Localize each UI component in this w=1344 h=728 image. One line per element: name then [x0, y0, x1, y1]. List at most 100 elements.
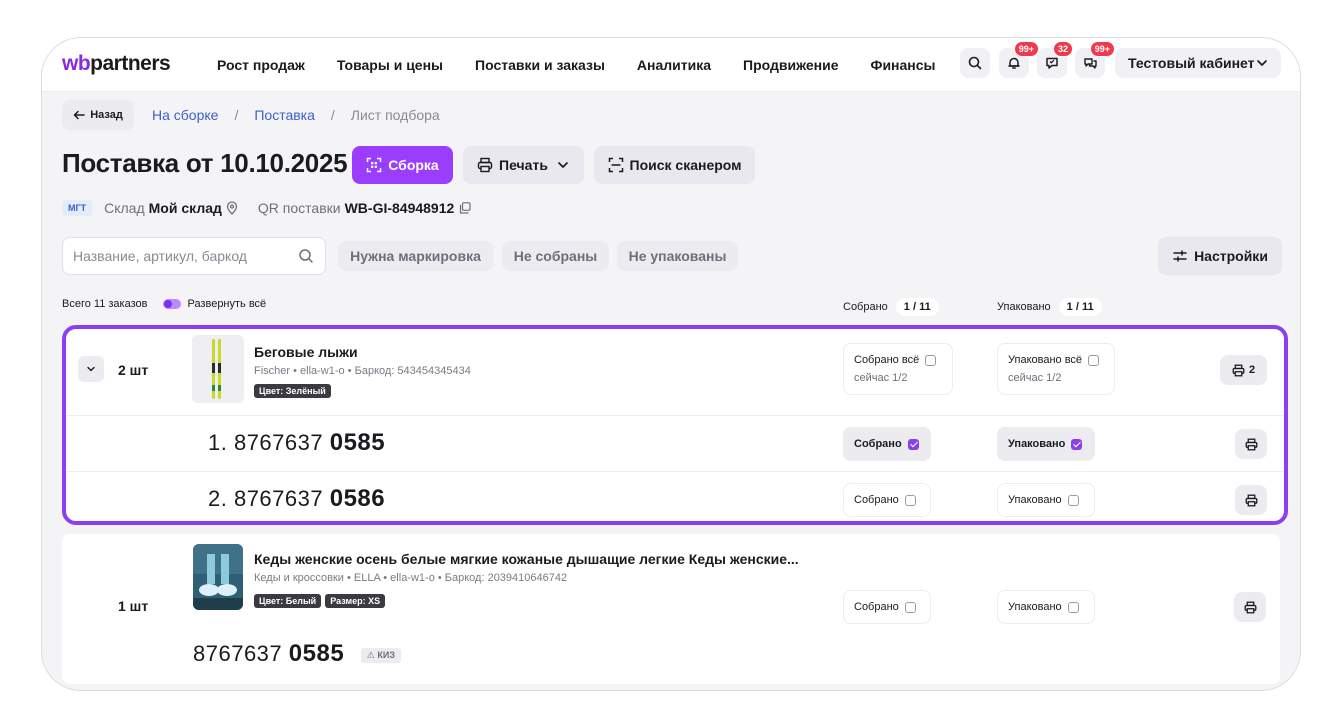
product-image-sneakers — [193, 544, 243, 610]
filter-needs-marking[interactable]: Нужна маркировка — [338, 241, 493, 271]
nav-supplies-orders[interactable]: Поставки и заказы — [475, 57, 605, 73]
collapse-button[interactable] — [78, 356, 104, 382]
print-all-button[interactable]: 2 — [1220, 355, 1267, 385]
order-code: 2. 8767637 0586 — [208, 485, 386, 512]
nav-products-prices[interactable]: Товары и цены — [337, 57, 443, 73]
nav-promotion[interactable]: Продвижение — [743, 57, 838, 73]
settings-button[interactable]: Настройки — [1158, 237, 1282, 275]
checkbox[interactable] — [1067, 494, 1079, 506]
logo[interactable]: wbpartners — [62, 52, 171, 76]
order-card-skis: 2 шт Беговые лыжи Fischer • ella-w1-o • … — [62, 325, 1288, 525]
arrow-left-icon — [73, 110, 85, 120]
notifications-button[interactable]: 99+ — [999, 41, 1039, 78]
checkbox[interactable] — [1067, 601, 1079, 613]
skis-image — [192, 335, 244, 403]
chevron-down-icon — [87, 366, 95, 372]
order-card-sneakers: 1 шт Кеды женские осень белые мягкие кож… — [62, 534, 1280, 684]
back-button[interactable]: Назад — [62, 100, 134, 130]
search-input[interactable] — [73, 248, 293, 264]
assembly-button[interactable]: Сборка — [352, 146, 453, 184]
printer-icon — [1245, 494, 1257, 506]
printer-icon — [1245, 438, 1257, 450]
product-name: Кеды женские осень белые мягкие кожаные … — [254, 551, 799, 567]
chat-button[interactable]: 99+ — [1075, 41, 1115, 78]
collected-counter: Собрано 1 / 11 — [843, 298, 939, 316]
bell-icon — [1008, 57, 1020, 69]
totals-bar: Всего 11 заказов Развернуть всё — [62, 298, 266, 310]
expand-all-label: Развернуть всё — [187, 298, 267, 310]
mgt-badge: МГТ — [62, 200, 93, 216]
main-nav: Рост продаж Товары и цены Поставки и зак… — [217, 38, 968, 92]
collected-checkbox[interactable]: Собрано — [843, 590, 931, 624]
expand-all-toggle[interactable] — [163, 299, 182, 309]
checkbox-checked[interactable] — [1071, 438, 1083, 450]
order-code: 1. 8767637 0585 — [208, 429, 386, 456]
order-qty: 2 шт — [118, 362, 149, 378]
order-code: 8767637 0585 ⚠ КИЗ — [193, 640, 401, 668]
feedback-button[interactable]: 32 — [1037, 41, 1073, 78]
app-window: wbpartners Рост продаж Товары и цены Пос… — [41, 37, 1301, 691]
breadcrumb-current: Лист подбора — [350, 107, 440, 123]
print-item-button[interactable] — [1235, 429, 1267, 459]
checkbox[interactable] — [904, 601, 916, 613]
chat-icon — [1083, 58, 1097, 69]
product-tags: Цвет: Белый Размер: XS — [254, 591, 389, 609]
collected-all-checkbox[interactable]: Собрано всё сейчас 1/2 — [843, 343, 953, 395]
breadcrumb-supply[interactable]: Поставка — [254, 107, 315, 123]
feedback-badge: 32 — [1052, 41, 1073, 57]
page-title: Поставка от 10.10.2025 — [62, 148, 348, 178]
tag-size: Размер: XS — [325, 594, 386, 608]
printer-icon — [1232, 364, 1245, 376]
scanner-icon — [608, 157, 623, 173]
checkbox[interactable] — [904, 494, 916, 506]
product-name: Беговые лыжи — [254, 344, 358, 360]
packed-counter: Упаковано 1 / 11 — [997, 298, 1102, 316]
product-image-skis — [192, 335, 244, 403]
packed-checkbox[interactable]: Упаковано — [997, 427, 1095, 461]
collected-checkbox[interactable]: Собрано — [843, 483, 931, 517]
nav-finance[interactable]: Финансы — [871, 57, 936, 73]
checkbox[interactable] — [925, 354, 937, 366]
total-orders: Всего 11 заказов — [62, 298, 148, 310]
order-qty: 1 шт — [118, 598, 149, 614]
scan-frame-icon — [367, 157, 382, 173]
notifications-badge: 99+ — [1013, 41, 1039, 57]
product-tags: Цвет: Зелёный — [254, 381, 335, 399]
product-details: Fischer • ella-w1-o • Баркод: 5434543454… — [254, 365, 471, 377]
top-header: wbpartners Рост продаж Товары и цены Пос… — [42, 38, 1300, 92]
chat-badge: 99+ — [1089, 41, 1115, 57]
checkbox-checked[interactable] — [907, 438, 919, 450]
supply-meta: МГТ Склад Мой склад QR поставки WB-GI-84… — [62, 198, 471, 218]
print-dropdown-button[interactable]: Печать — [463, 146, 584, 184]
breadcrumb-assembly[interactable]: На сборке — [152, 107, 218, 123]
account-name: Тестовый кабинет — [1128, 55, 1255, 71]
product-details: Кеды и кроссовки • ELLA • ella-w1-o • Ба… — [254, 572, 568, 584]
filter-not-packed[interactable]: Не упакованы — [617, 241, 738, 271]
sliders-icon — [1173, 250, 1187, 262]
search-icon — [299, 249, 313, 263]
checkbox[interactable] — [1088, 354, 1100, 366]
print-item-button[interactable] — [1235, 485, 1267, 515]
printer-icon — [477, 157, 493, 173]
collected-checkbox[interactable]: Собрано — [843, 427, 931, 461]
filter-not-collected[interactable]: Не собраны — [502, 241, 609, 271]
chevron-down-icon — [1257, 60, 1267, 66]
copy-icon[interactable] — [459, 202, 471, 214]
scanner-search-button[interactable]: Поиск сканером — [594, 146, 755, 184]
nav-sales-growth[interactable]: Рост продаж — [217, 57, 305, 73]
feedback-icon — [1046, 57, 1058, 69]
location-pin-icon — [226, 201, 238, 215]
search-button[interactable] — [960, 48, 990, 78]
print-item-button[interactable] — [1234, 592, 1266, 622]
warehouse-value: Мой склад — [148, 200, 222, 216]
kiz-badge: ⚠ КИЗ — [360, 647, 401, 663]
account-switcher[interactable]: Тестовый кабинет — [1115, 48, 1281, 78]
packed-checkbox[interactable]: Упаковано — [997, 590, 1095, 624]
nav-analytics[interactable]: Аналитика — [637, 57, 711, 73]
tag-color: Цвет: Белый — [254, 594, 322, 608]
sneakers-image — [193, 544, 243, 610]
search-field[interactable] — [62, 237, 326, 275]
packed-all-checkbox[interactable]: Упаковано всё сейчас 1/2 — [997, 343, 1115, 395]
packed-checkbox[interactable]: Упаковано — [997, 483, 1095, 517]
search-icon — [968, 56, 982, 70]
